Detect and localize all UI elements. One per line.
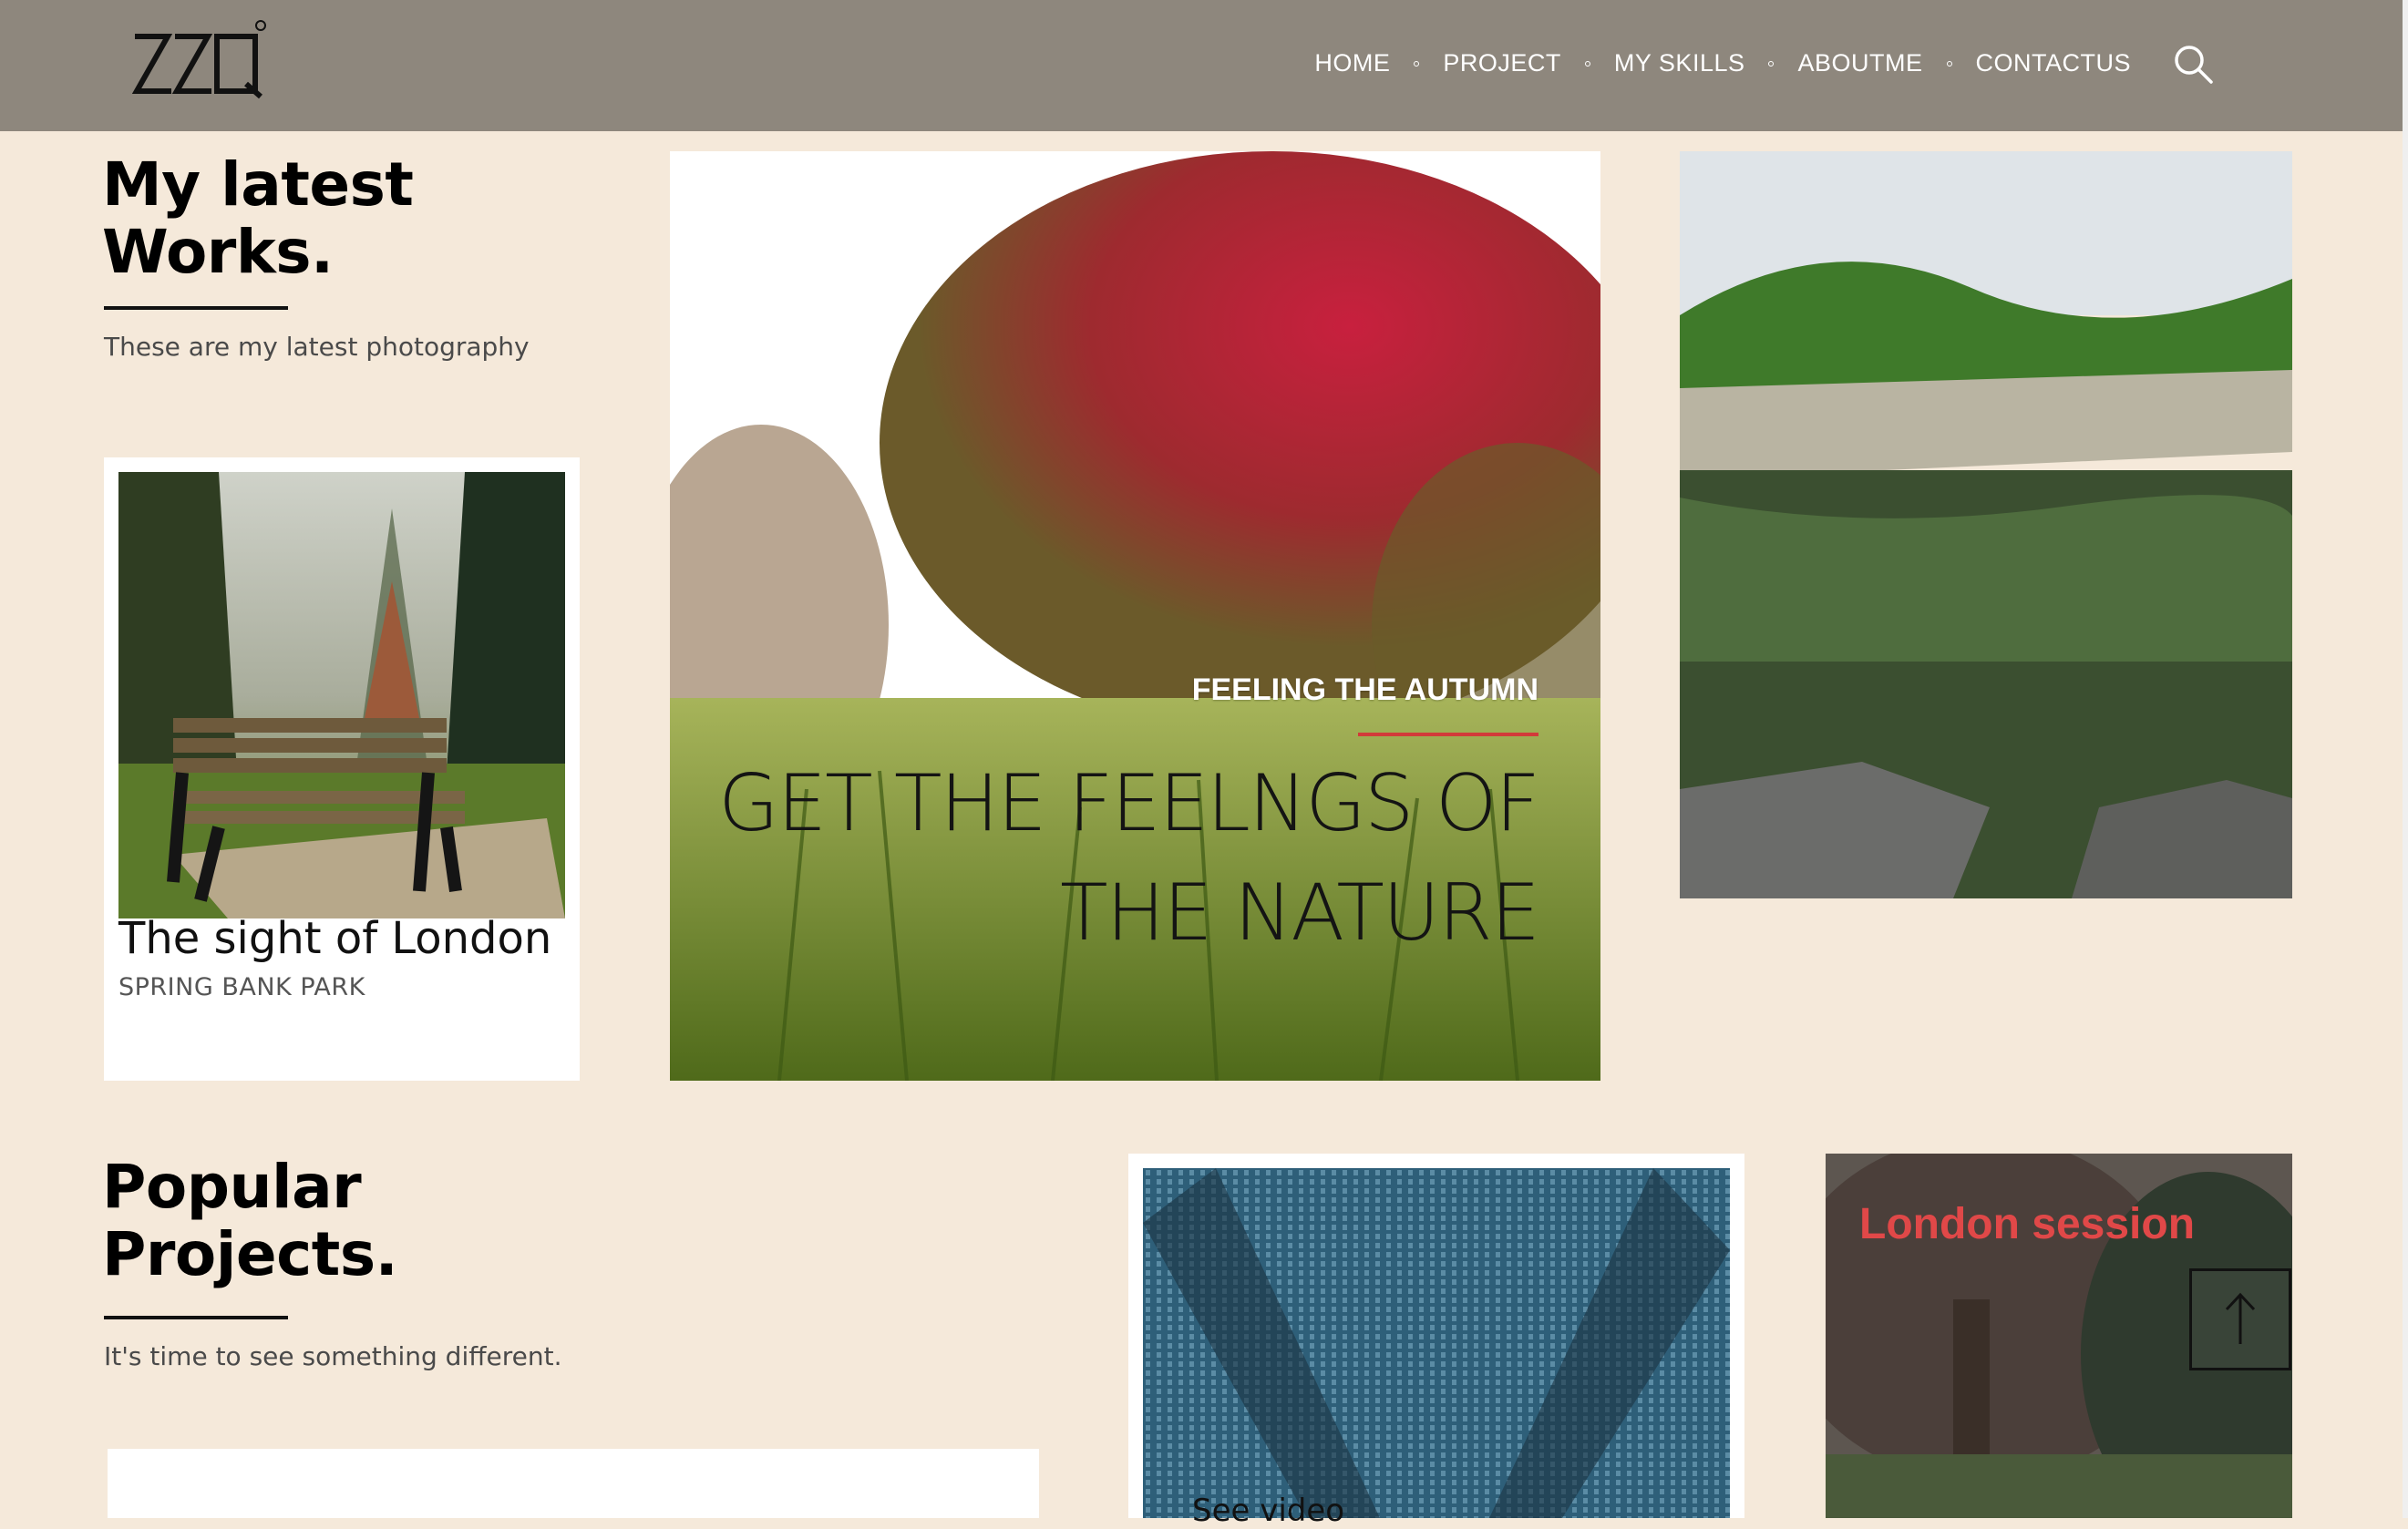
- heading-line: Projects.: [102, 1219, 398, 1289]
- heading-underline: [104, 306, 288, 310]
- popular-projects-heading: Popular Projects.: [102, 1152, 398, 1289]
- feature-accent-rule: [1358, 733, 1538, 736]
- nav-contactus[interactable]: CONTACTUS: [1976, 49, 2132, 77]
- scrollbar[interactable]: [2403, 0, 2408, 1518]
- card-subtitle: SPRING BANK PARK: [118, 973, 365, 1001]
- project-card[interactable]: [108, 1449, 1039, 1518]
- heading-underline: [104, 1316, 288, 1319]
- see-video-link[interactable]: See video: [1192, 1493, 1344, 1529]
- site-logo[interactable]: [128, 16, 273, 108]
- headline-line: GET THE FEELNGS OF: [718, 758, 1540, 849]
- card-title[interactable]: The sight of London: [118, 913, 551, 964]
- arrow-up-icon: [2225, 1292, 2256, 1344]
- video-thumbnail[interactable]: [1143, 1168, 1730, 1518]
- park-bench-photo: [118, 472, 565, 918]
- headline-line: THE NATURE: [1060, 867, 1540, 959]
- latest-works-subtitle: These are my latest photography: [104, 332, 530, 362]
- nav-separator: [1768, 60, 1775, 67]
- nav-separator: [1946, 60, 1952, 67]
- feature-headline: GET THE FEELNGS OF THE NATURE: [718, 749, 1540, 968]
- nav-my-skills[interactable]: MY SKILLS: [1614, 49, 1745, 77]
- london-session-label[interactable]: London session: [1859, 1199, 2195, 1249]
- nav-aboutme[interactable]: ABOUTME: [1797, 49, 1922, 77]
- popular-projects-subtitle: It's time to see something different.: [104, 1341, 562, 1371]
- latest-works-heading: My latest Works.: [102, 149, 414, 287]
- heading-line: Works.: [102, 217, 334, 287]
- heading-line: My latest: [102, 149, 414, 220]
- main-nav: HOME PROJECT MY SKILLS ABOUTME CONTACTUS: [1314, 49, 2131, 77]
- search-icon[interactable]: [2171, 42, 2215, 86]
- nav-separator: [1584, 60, 1590, 67]
- heading-line: Popular: [102, 1152, 362, 1222]
- lake-photo[interactable]: [1680, 151, 2292, 898]
- scroll-to-top-button[interactable]: [2189, 1268, 2291, 1370]
- nav-home[interactable]: HOME: [1314, 49, 1390, 77]
- nav-separator: [1414, 60, 1420, 67]
- nav-project[interactable]: PROJECT: [1443, 49, 1561, 77]
- feature-eyebrow: FEELING THE AUTUMN: [1191, 672, 1538, 707]
